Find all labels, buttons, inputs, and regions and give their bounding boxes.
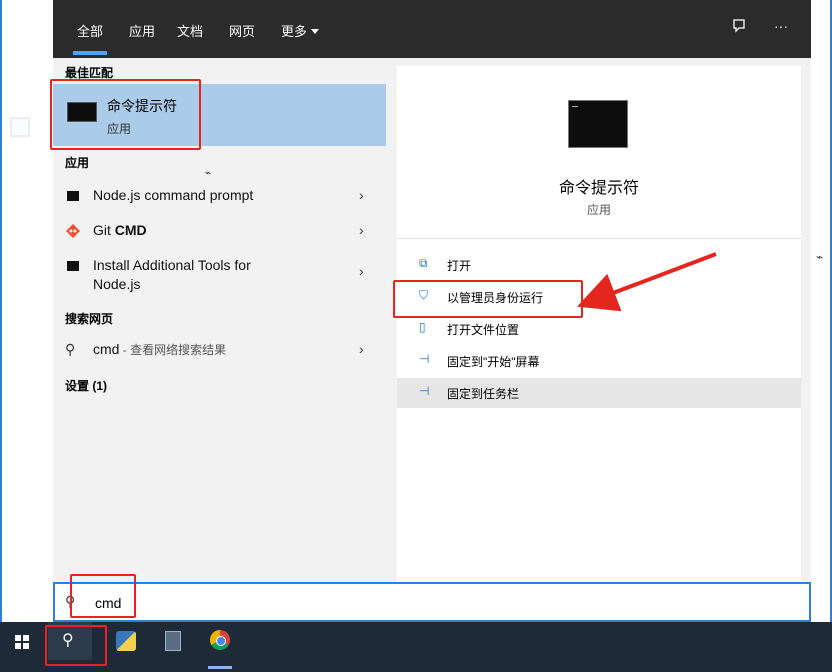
chevron-right-icon[interactable]: › <box>359 341 364 357</box>
action-pin-start[interactable]: ⊣ 固定到"开始"屏幕 <box>397 346 801 376</box>
desktop-tile <box>10 117 30 137</box>
annotation-box-search-input <box>70 574 136 618</box>
active-tab-indicator <box>73 51 107 55</box>
tab-all[interactable]: 全部 <box>77 21 103 40</box>
tab-documents[interactable]: 文档 <box>177 21 203 40</box>
web-query: cmd <box>93 341 120 357</box>
chevron-right-icon[interactable]: › <box>359 263 364 279</box>
open-icon: ⧉ <box>419 256 428 270</box>
more-icon[interactable]: ··· <box>774 18 788 34</box>
list-item-web-search[interactable]: ⚲ cmd - 查看网络搜索结果 › <box>53 335 397 365</box>
search-tabs-bar: 全部 应用 文档 网页 更多 ··· <box>53 0 811 58</box>
taskbar-chrome-app[interactable] <box>198 622 242 669</box>
web-hint: - 查看网络搜索结果 <box>119 343 227 357</box>
tab-apps[interactable]: 应用 <box>129 21 155 40</box>
detail-title: 命令提示符 <box>558 180 639 197</box>
chevron-right-icon[interactable]: › <box>359 187 364 203</box>
action-label: 固定到"开始"屏幕 <box>447 355 540 369</box>
install-tools-line-1: Install Additional Tools for <box>93 257 251 273</box>
search-icon: ⚲ <box>65 341 76 357</box>
git-label-bold: CMD <box>114 222 147 238</box>
action-open[interactable]: ⧉ 打开 <box>397 250 801 280</box>
pin-icon: ⊣ <box>419 352 430 366</box>
taskbar-python-app[interactable] <box>104 622 148 660</box>
web-search-heading: 搜索网页 <box>65 312 114 326</box>
pin-icon: ⊣ <box>419 384 430 398</box>
python-icon <box>116 631 136 651</box>
settings-heading[interactable]: 设置 (1) <box>65 377 107 394</box>
action-open-file-location[interactable]: ▯ 打开文件位置 <box>397 314 801 344</box>
list-item-git-cmd[interactable]: Git CMD › <box>53 216 397 246</box>
start-button[interactable] <box>0 622 44 660</box>
git-label-text: Git <box>93 222 115 238</box>
chrome-icon <box>210 630 230 650</box>
annotation-box-best-match <box>50 79 201 150</box>
list-item-label: Git CMD <box>93 222 147 238</box>
feedback-icon[interactable] <box>731 18 747 37</box>
ime-indicator-icon: ⌁ <box>205 168 212 179</box>
apps-heading: 应用 <box>65 156 90 170</box>
list-item-install-tools[interactable]: Install Additional Tools for Node.js › <box>53 251 397 295</box>
action-label: 固定到任务栏 <box>447 387 520 401</box>
action-label: 打开 <box>447 259 472 273</box>
folder-icon: ▯ <box>419 320 426 334</box>
calculator-icon <box>165 631 181 651</box>
console-icon <box>67 191 79 201</box>
chevron-down-icon <box>311 29 320 34</box>
console-icon <box>67 261 79 271</box>
cmd-large-icon <box>568 100 628 148</box>
list-item-label: cmd - 查看网络搜索结果 <box>93 341 226 358</box>
annotation-box-run-as-admin <box>393 280 583 318</box>
annotation-box-taskbar-search <box>45 625 107 666</box>
detail-subtitle: 应用 <box>586 203 611 217</box>
action-pin-taskbar[interactable]: ⊣ 固定到任务栏 <box>397 378 801 408</box>
list-item-label: Node.js command prompt <box>93 187 254 203</box>
running-indicator <box>208 666 232 669</box>
detail-card: 命令提示符 应用 ⧉ 打开 ⛉ 以管理员身份运行 ▯ 打开文件位置 ⊣ 固定到"… <box>397 66 801 582</box>
chevron-right-icon[interactable]: › <box>359 222 364 238</box>
tab-web[interactable]: 网页 <box>229 21 255 40</box>
ime-cursor-icon: ⌁ <box>816 250 824 264</box>
git-icon <box>66 224 80 238</box>
desktop-edge-left <box>0 0 2 634</box>
detail-divider <box>397 238 801 239</box>
search-box[interactable]: ⚲ cmd <box>53 582 811 622</box>
tab-more-label: 更多 <box>281 24 308 39</box>
list-item-label: Install Additional Tools for Node.js <box>93 256 251 294</box>
detail-pane: 命令提示符 应用 ⧉ 打开 ⛉ 以管理员身份运行 ▯ 打开文件位置 ⊣ 固定到"… <box>397 58 811 582</box>
install-tools-line-2: Node.js <box>93 276 141 292</box>
windows-icon <box>15 635 29 649</box>
list-item-nodejs-prompt[interactable]: Node.js command prompt › <box>53 181 397 211</box>
tab-more[interactable]: 更多 <box>281 21 320 40</box>
taskbar-calculator-app[interactable] <box>152 622 196 660</box>
action-label: 打开文件位置 <box>447 323 520 337</box>
taskbar: ⚲ <box>0 622 832 672</box>
